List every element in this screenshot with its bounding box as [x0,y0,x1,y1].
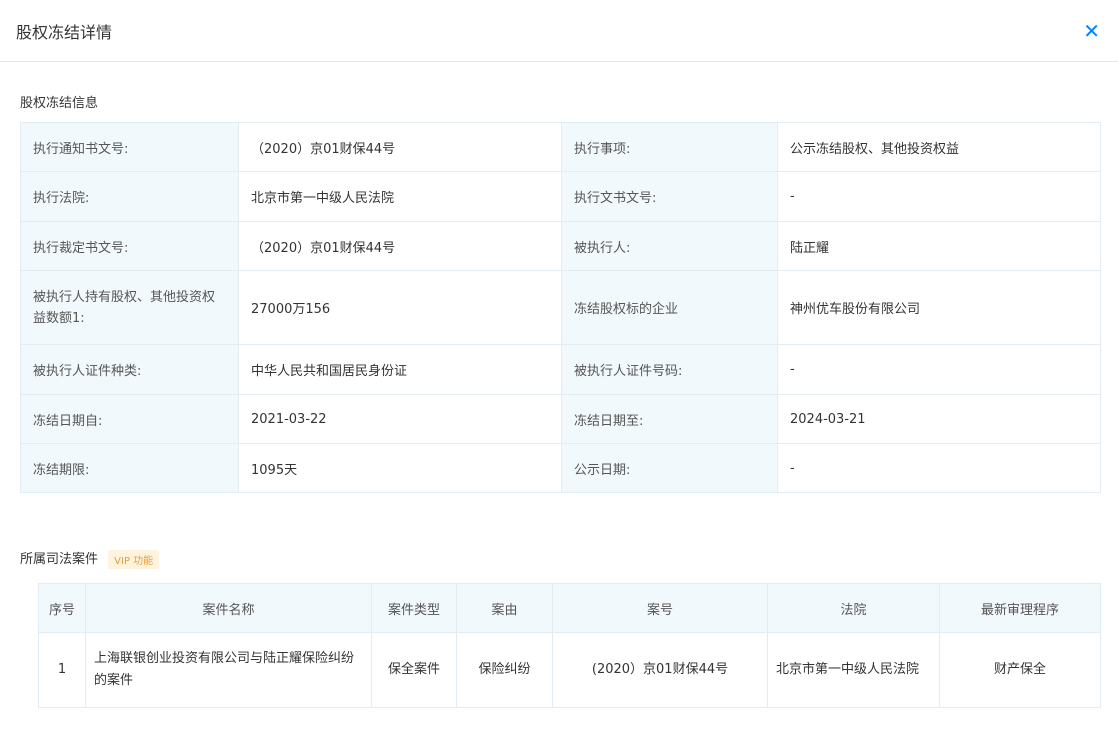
publish-date-label: 公示日期: [561,443,778,493]
id-number-label: 被执行人证件号码: [561,344,778,395]
notice-number-link[interactable]: （2020）京01财保44号 [238,122,562,172]
execution-item-label: 执行事项: [561,122,778,172]
dialog-title: 股权冻结详情 [16,22,113,42]
publish-date-value: - [777,443,1101,493]
vip-badge: VIP 功能 [108,550,160,569]
close-icon[interactable]: ✕ [1083,21,1100,41]
column-header-procedure: 最新审理程序 [939,583,1101,633]
info-row: 执行裁定书文号: （2020）京01财保44号 被执行人: 陆正耀 [20,221,1101,271]
case-type: 保全案件 [371,632,457,708]
case-section-title: 所属司法案件 [20,552,99,567]
freeze-start-value: 2021-03-22 [238,394,562,444]
column-header-case-type: 案件类型 [371,583,457,633]
id-type-value: 中华人民共和国居民身份证 [238,344,562,395]
info-row: 被执行人证件种类: 中华人民共和国居民身份证 被执行人证件号码: - [20,344,1101,395]
executed-person-link[interactable]: 陆正耀 [777,221,1101,271]
ruling-number-link[interactable]: （2020）京01财保44号 [238,221,562,271]
column-header-index: 序号 [38,583,86,633]
freeze-end-label: 冻结日期至: [561,394,778,444]
court-label: 执行法院: [20,171,239,222]
case-court: 北京市第一中级人民法院 [767,632,940,708]
case-procedure: 财产保全 [939,632,1101,708]
equity-amount-value: 27000万156 [238,270,562,345]
case-name-link[interactable]: 上海联银创业投资有限公司与陆正耀保险纠纷的案件 [85,632,372,708]
case-section-header: 所属司法案件 VIP 功能 [20,548,160,569]
column-header-case-name: 案件名称 [85,583,372,633]
executed-person-label: 被执行人: [561,221,778,271]
target-company-label: 冻结股权标的企业 [561,270,778,345]
ruling-number-label: 执行裁定书文号: [20,221,239,271]
case-number: (2020）京01财保44号 [552,632,768,708]
execution-item-value: 公示冻结股权、其他投资权益 [777,122,1101,172]
info-row: 被执行人持有股权、其他投资权益数额1: 27000万156 冻结股权标的企业 神… [20,270,1101,345]
table-header-row: 序号 案件名称 案件类型 案由 案号 法院 最新审理程序 [38,583,1101,633]
notice-number-label: 执行通知书文号: [20,122,239,172]
info-row: 冻结期限: 1095天 公示日期: - [20,443,1101,493]
column-header-court: 法院 [767,583,940,633]
id-number-value: - [777,344,1101,395]
court-value: 北京市第一中级人民法院 [238,171,562,222]
freeze-period-value: 1095天 [238,443,562,493]
equity-amount-label: 被执行人持有股权、其他投资权益数额1: [20,270,239,345]
case-index: 1 [38,632,86,708]
freeze-start-label: 冻结日期自: [20,394,239,444]
freeze-period-label: 冻结期限: [20,443,239,493]
freeze-end-value: 2024-03-21 [777,394,1101,444]
freeze-info-table: 执行通知书文号: （2020）京01财保44号 执行事项: 公示冻结股权、其他投… [20,122,1101,493]
column-header-case-number: 案号 [552,583,768,633]
info-section-title: 股权冻结信息 [20,96,99,111]
case-cause: 保险纠纷 [456,632,553,708]
id-type-label: 被执行人证件种类: [20,344,239,395]
judicial-case-table: 序号 案件名称 案件类型 案由 案号 法院 最新审理程序 1 上海联银创业投资有… [38,583,1101,708]
table-row: 1 上海联银创业投资有限公司与陆正耀保险纠纷的案件 保全案件 保险纠纷 (202… [38,632,1101,708]
info-row: 执行通知书文号: （2020）京01财保44号 执行事项: 公示冻结股权、其他投… [20,122,1101,172]
info-row: 冻结日期自: 2021-03-22 冻结日期至: 2024-03-21 [20,394,1101,444]
dialog-header: 股权冻结详情 ✕ [0,0,1118,62]
document-number-value: - [777,171,1101,222]
document-number-label: 执行文书文号: [561,171,778,222]
equity-freeze-dialog: 股权冻结详情 ✕ 股权冻结信息 执行通知书文号: （2020）京01财保44号 … [0,0,1118,746]
info-row: 执行法院: 北京市第一中级人民法院 执行文书文号: - [20,171,1101,222]
target-company-link[interactable]: 神州优车股份有限公司 [777,270,1101,345]
column-header-cause: 案由 [456,583,553,633]
